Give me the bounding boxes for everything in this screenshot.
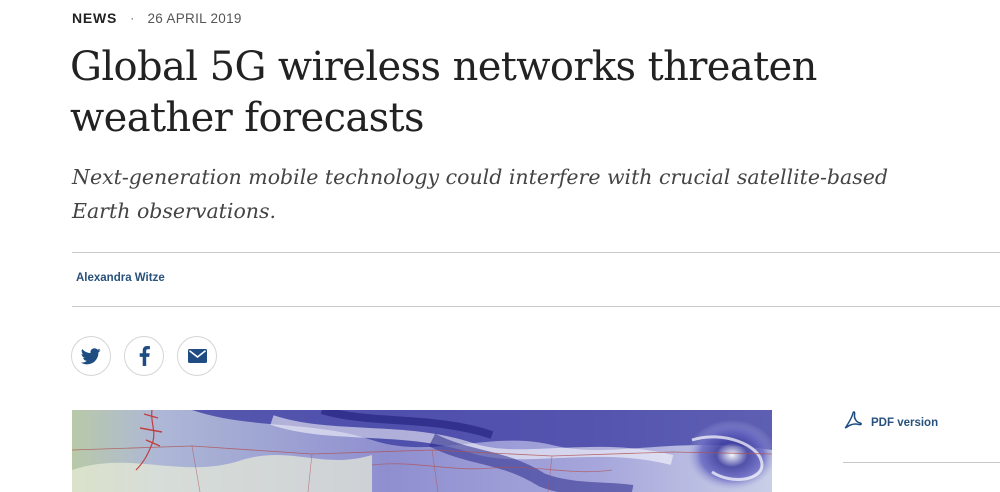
meta-separator: · bbox=[130, 11, 135, 25]
article-date: 26 APRIL 2019 bbox=[147, 10, 242, 26]
share-twitter-button[interactable] bbox=[71, 336, 111, 376]
article-standfirst: Next-generation mobile technology could … bbox=[72, 165, 889, 223]
facebook-icon bbox=[139, 346, 150, 366]
email-icon bbox=[187, 349, 207, 363]
twitter-icon bbox=[81, 347, 101, 365]
pdf-version-link[interactable]: PDF version bbox=[843, 410, 938, 435]
article-type: NEWS bbox=[72, 10, 118, 26]
share-bar bbox=[71, 336, 217, 376]
author-link[interactable]: Alexandra Witze bbox=[76, 272, 165, 284]
author-divider-top bbox=[72, 252, 1000, 253]
article-title: Global 5G wireless networks threaten wea… bbox=[70, 44, 817, 141]
author-divider-bottom bbox=[72, 306, 1000, 307]
weather-satellite-image bbox=[72, 410, 772, 492]
acrobat-icon bbox=[843, 410, 863, 435]
share-email-button[interactable] bbox=[177, 336, 217, 376]
article-meta: NEWS · 26 APRIL 2019 bbox=[72, 10, 242, 26]
sidebar-divider bbox=[843, 462, 1000, 463]
share-facebook-button[interactable] bbox=[124, 336, 164, 376]
pdf-version-label: PDF version bbox=[871, 416, 939, 429]
